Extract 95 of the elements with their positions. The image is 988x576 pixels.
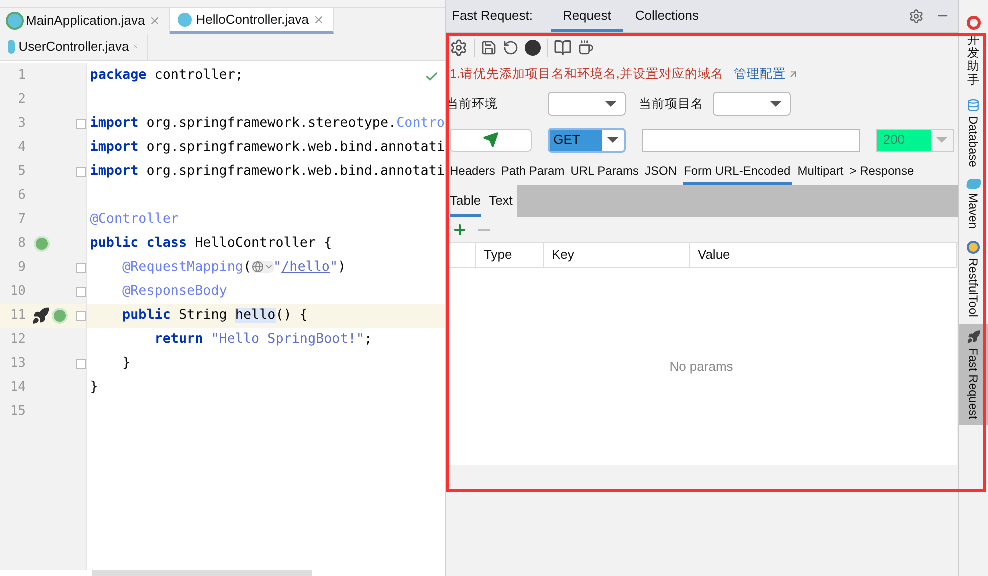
globe-icon[interactable]	[252, 261, 274, 274]
code-line: public class HelloController {	[90, 234, 332, 253]
code-line: @RequestMapping( "/hello")	[122, 258, 346, 277]
fold-icon[interactable]	[76, 287, 86, 297]
column-header[interactable]: Value	[690, 243, 957, 267]
add-icon[interactable]	[452, 222, 468, 238]
line-number: 12	[9, 331, 26, 350]
environment-dropdown[interactable]	[548, 92, 626, 116]
coffee-icon[interactable]	[578, 40, 594, 56]
code-line: public String hello() {	[122, 306, 308, 325]
fold-icon[interactable]	[76, 167, 86, 177]
close-icon[interactable]	[149, 15, 162, 27]
maven-icon	[965, 179, 982, 190]
line-number: 9	[17, 259, 26, 278]
class-icon	[178, 12, 192, 26]
tool-window-tab[interactable]: Database	[959, 92, 988, 174]
tool-window-tab[interactable]: Maven	[959, 173, 988, 236]
tab-label: UserController.java	[18, 38, 130, 56]
code-line: package controller;	[90, 66, 244, 85]
view-tab[interactable]: Text	[489, 185, 513, 217]
fold-icon[interactable]	[76, 263, 86, 273]
code-line: @ResponseBody	[122, 282, 228, 301]
tab-label: HelloController.java	[196, 10, 309, 29]
logo-icon	[966, 16, 980, 30]
tool-window-tab[interactable]: RestfulTool	[959, 235, 988, 324]
book-icon[interactable]	[554, 39, 572, 57]
settings-icon[interactable]	[909, 8, 924, 24]
column-header[interactable]: Type	[476, 243, 544, 267]
code-line: }	[90, 378, 98, 397]
globe-icon	[967, 241, 980, 254]
file-tab[interactable]: UserController.java	[0, 34, 148, 60]
dropdown-arrow-icon	[607, 137, 620, 143]
param-tab[interactable]: Multipart	[798, 157, 844, 185]
view-tab[interactable]: Table	[450, 185, 482, 217]
check-icon	[425, 70, 439, 84]
fold-icon[interactable]	[76, 359, 86, 369]
line-number: 4	[17, 139, 26, 158]
code-line: import org.springframework.web.bind.annotati	[90, 138, 445, 157]
save-icon[interactable]	[481, 40, 497, 56]
code-line: return "Hello SpringBoot!";	[154, 330, 372, 349]
class-icon	[8, 14, 22, 28]
scrollbar[interactable]	[92, 570, 312, 576]
tab-label: MainApplication.java	[26, 12, 146, 30]
file-tab[interactable]: MainApplication.java	[0, 8, 170, 34]
bean-icon[interactable]	[34, 236, 50, 252]
line-number: 11	[9, 307, 26, 326]
line-number: 14	[9, 379, 26, 398]
panel-tab[interactable]: Collections	[623, 0, 711, 32]
close-icon[interactable]	[312, 14, 325, 26]
line-number: 13	[9, 355, 26, 374]
external-link-icon	[788, 68, 799, 80]
config-link[interactable]: 管理配置	[734, 64, 786, 84]
panel-tab[interactable]: Request	[550, 0, 624, 32]
dropdown-arrow-icon	[605, 101, 617, 107]
line-number: 5	[17, 163, 26, 182]
panel-title: Fast Request:	[452, 7, 533, 26]
refresh-icon[interactable]	[503, 40, 519, 56]
line-number: 8	[17, 235, 26, 254]
fold-icon[interactable]	[76, 119, 86, 129]
line-number: 2	[17, 91, 26, 110]
method-dropdown[interactable]: GET	[548, 128, 626, 152]
rocket-icon[interactable]	[32, 307, 50, 325]
curl-icon[interactable]	[525, 40, 541, 56]
rocket-icon	[966, 330, 980, 344]
code-line: @Controller	[90, 210, 179, 229]
dropdown-arrow-icon	[936, 137, 948, 143]
database-icon	[967, 98, 980, 112]
param-tab[interactable]: > Response	[850, 157, 914, 185]
fold-icon[interactable]	[76, 311, 86, 321]
line-number: 6	[17, 187, 26, 206]
empty-message: No params	[670, 358, 734, 376]
send-button[interactable]	[450, 128, 532, 152]
project-label: 当前项目名	[639, 96, 705, 113]
line-number: 3	[17, 115, 26, 134]
line-number: 1	[17, 67, 26, 86]
file-tab[interactable]: HelloController.java	[170, 8, 334, 34]
class-icon	[8, 40, 15, 54]
code-line: import org.springframework.stereotype.Contro	[90, 114, 445, 133]
line-number: 15	[9, 403, 26, 422]
line-number: 7	[17, 211, 26, 230]
send-icon	[482, 132, 499, 148]
code-line: import org.springframework.web.bind.annotati	[90, 162, 445, 181]
warning-text: 1.请优先添加项目名和环境名,并设置对应的域名	[450, 66, 724, 83]
param-tab[interactable]: Path Param	[501, 157, 565, 185]
param-tab[interactable]: Headers	[450, 157, 496, 185]
url-field[interactable]	[642, 128, 860, 152]
tool-window-tab[interactable]: Fast Request	[959, 324, 988, 425]
param-tab[interactable]: URL Params	[570, 157, 639, 185]
settings-icon[interactable]	[450, 39, 468, 57]
code-line: }	[122, 354, 131, 373]
column-header[interactable]: Key	[544, 243, 690, 267]
dropdown-arrow-icon	[770, 101, 782, 107]
param-tab[interactable]: JSON	[644, 157, 677, 185]
project-dropdown[interactable]	[713, 92, 791, 116]
line-number: 10	[9, 283, 26, 302]
